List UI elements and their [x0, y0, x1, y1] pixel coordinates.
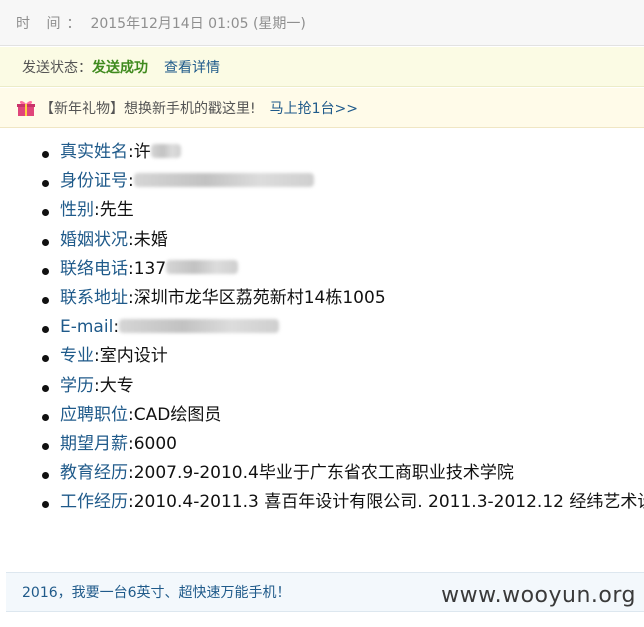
promo-bar: 【新年礼物】想换新手机的戳这里! 马上抢1台>>: [0, 88, 644, 128]
send-status-value: 发送成功: [92, 59, 148, 76]
send-status-bar: 发送状态： 发送成功 查看详情: [0, 47, 644, 87]
field-key: 婚姻状况: [60, 229, 128, 250]
list-item: 联系地址:深圳市龙华区荔苑新村14栋1005: [42, 284, 644, 313]
redacted-blur: [119, 318, 280, 333]
email-view: 时 间： 2015年12月14日 01:05 (星期一) 发送状态： 发送成功 …: [0, 0, 644, 627]
time-value: 2015年12月14日 01:05 (星期一): [90, 15, 306, 32]
list-item: 工作经历:2010.4-2011.3 喜百年设计有限公司. 2011.3-201…: [42, 488, 644, 517]
list-item: 婚姻状况:未婚: [42, 226, 644, 255]
time-row: 时 间： 2015年12月14日 01:05 (星期一): [0, 0, 644, 46]
field-key: 专业: [60, 346, 94, 367]
field-value: 深圳市龙华区荔苑新村14栋1005: [133, 287, 386, 308]
redacted-blur: [166, 260, 239, 275]
resume-list: 真实姓名:许 身份证号: 性别:先生 婚姻状况:未婚 联络电话:137 联系地址…: [0, 138, 644, 517]
field-key: 性别: [60, 200, 94, 221]
promo-text: 【新年礼物】想换新手机的戳这里!: [40, 100, 256, 117]
list-item: 学历:大专: [42, 372, 644, 401]
list-item: 专业:室内设计: [42, 342, 644, 371]
time-label: 时 间：: [16, 15, 87, 32]
list-item: 联络电话:137: [42, 255, 644, 284]
field-value: 室内设计: [99, 346, 168, 367]
redacted-blur: [150, 143, 181, 158]
field-value: 许: [133, 142, 151, 162]
field-key: 真实姓名: [60, 142, 128, 162]
field-value: 大专: [99, 375, 134, 396]
watermark: www.wooyun.org: [441, 583, 636, 608]
field-value: 2010.4-2011.3 喜百年设计有限公司. 2011.3-2012.12 …: [133, 492, 644, 513]
promo-link[interactable]: 马上抢1台>>: [270, 98, 358, 118]
list-item: 应聘职位:CAD绘图员: [42, 401, 644, 430]
field-key: 联络电话: [60, 258, 128, 279]
field-key: 学历: [60, 375, 94, 396]
list-item: E-mail:: [42, 313, 644, 342]
field-value: 6000: [133, 433, 177, 454]
redacted-blur: [133, 172, 314, 187]
footer-ad-text[interactable]: 2016，我要一台6英寸、超快速万能手机！: [22, 582, 291, 602]
list-item: 教育经历:2007.9-2010.4毕业于广东省农工商职业技术学院: [42, 459, 644, 488]
list-item: 期望月薪:6000: [42, 430, 644, 459]
field-value: 2007.9-2010.4毕业于广东省农工商职业技术学院: [133, 463, 514, 484]
gift-icon: [16, 99, 36, 117]
field-key: 教育经历: [60, 463, 128, 484]
field-key: 期望月薪: [60, 433, 128, 454]
field-value: 137: [133, 258, 167, 279]
list-item: 性别:先生: [42, 196, 644, 225]
view-details-link[interactable]: 查看详情: [164, 57, 220, 77]
field-key: 身份证号: [60, 171, 128, 192]
list-item: 身份证号:: [42, 167, 644, 196]
field-key: 联系地址: [60, 287, 128, 308]
field-key: 工作经历: [60, 492, 128, 513]
field-key: E-mail: [60, 317, 114, 338]
send-status-label: 发送状态：: [22, 59, 92, 76]
list-item: 真实姓名:许: [42, 138, 644, 167]
field-key: 应聘职位: [60, 404, 128, 425]
field-value: 未婚: [133, 229, 168, 250]
field-value: 先生: [99, 200, 134, 221]
field-value: CAD绘图员: [133, 404, 222, 425]
